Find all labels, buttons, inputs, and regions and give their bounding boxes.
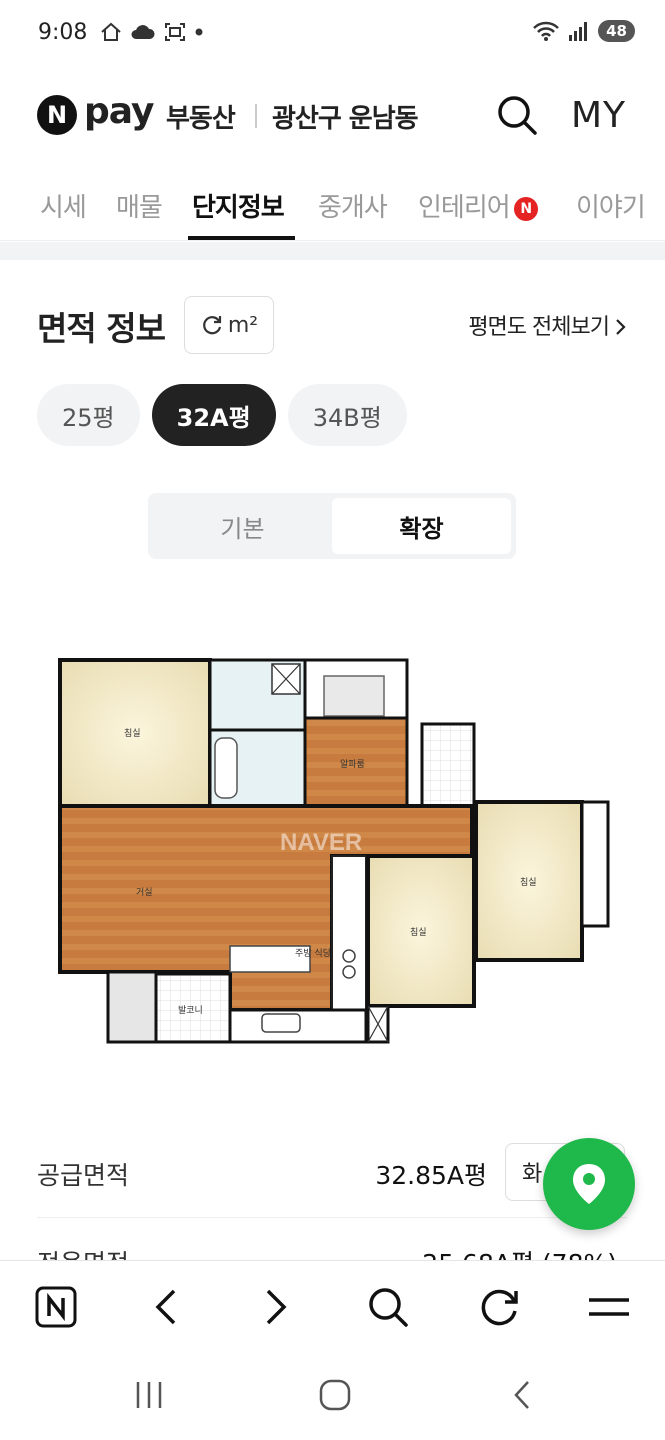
floorplan-all-link[interactable]: 평면도 전체보기 <box>468 309 627 341</box>
exclusive-area-value: 25.68A평 (78%) <box>422 1244 617 1260</box>
location-title[interactable]: 광산구 운남동 <box>272 98 419 135</box>
label-kitchen: 주방 식당 <box>295 948 331 959</box>
forward-icon[interactable] <box>262 1285 292 1329</box>
unit-label: m² <box>227 312 259 338</box>
back-icon[interactable] <box>150 1285 180 1329</box>
tab-interior[interactable]: 인테리어 N <box>418 187 538 224</box>
menu-icon[interactable] <box>587 1285 631 1329</box>
naver-logo[interactable]: N <box>37 95 77 135</box>
chevron-right-icon <box>616 319 626 335</box>
reload-icon[interactable] <box>478 1285 522 1329</box>
browser-toolbar <box>0 1260 665 1352</box>
tab-interior-label: 인테리어 <box>418 193 511 223</box>
new-badge: N <box>513 196 538 221</box>
view-mode-basic[interactable]: 기본 <box>153 498 332 554</box>
tab-listings[interactable]: 매물 <box>116 187 163 224</box>
label-bedroom-2: 침실 <box>410 927 427 938</box>
view-mode-toggle: 기본 확장 <box>148 493 516 559</box>
status-right: 48 <box>532 20 635 42</box>
exclusive-area-row: 전용면적 25.68A평 (78%) <box>37 1238 627 1260</box>
area-type-chips: 25평 32A평 34B평 <box>37 384 407 446</box>
home-nav-icon[interactable] <box>318 1378 352 1412</box>
map-location-button[interactable] <box>543 1138 635 1230</box>
supply-area-row: 공급면적 32.85A평 화 <box>37 1140 627 1218</box>
chip-25[interactable]: 25평 <box>37 384 140 446</box>
recent-apps-icon[interactable] <box>132 1378 166 1412</box>
search-icon[interactable] <box>496 94 538 136</box>
unit-toggle-button[interactable]: m² <box>184 296 274 354</box>
tab-price[interactable]: 시세 <box>40 187 87 224</box>
app-header: N pay 부동산 광산구 운남동 MY <box>0 80 665 150</box>
status-icons <box>100 22 204 42</box>
view-mode-extended[interactable]: 확장 <box>332 498 511 554</box>
tab-bar: 시세 매물 단지정보 중개사 인테리어 N 이야기 <box>0 175 665 241</box>
status-bar: 9:08 48 <box>0 0 665 70</box>
chip-32a[interactable]: 32A평 <box>151 384 276 446</box>
chip-34b[interactable]: 34B평 <box>287 384 407 446</box>
battery-indicator: 48 <box>598 20 635 42</box>
supply-area-value: 32.85A평 <box>375 1161 487 1190</box>
naver-watermark: NAVER <box>280 829 362 856</box>
label-bedroom-1: 침실 <box>124 728 141 739</box>
active-tab-indicator <box>188 236 295 240</box>
tab-agents[interactable]: 중개사 <box>318 187 388 224</box>
cloud-icon <box>131 25 155 39</box>
label-alpha-room: 알파룸 <box>340 759 365 770</box>
signal-icon <box>569 22 588 41</box>
my-button[interactable]: MY <box>571 95 626 136</box>
system-nav-bar <box>0 1352 665 1440</box>
area-info-title: 면적 정보 <box>37 309 166 348</box>
status-time: 9:08 <box>38 20 88 45</box>
map-pin-icon <box>573 1164 605 1204</box>
screenshot-icon <box>165 23 185 41</box>
label-balcony: 발코니 <box>178 1005 203 1016</box>
refresh-icon <box>202 316 221 335</box>
exclusive-area-label: 전용면적 <box>37 1244 129 1260</box>
floor-plan-image[interactable]: NAVER 침실 알파룸 거실 주방 식당 침실 침실 발코니 <box>50 650 612 1050</box>
dot-icon <box>195 28 203 36</box>
service-name[interactable]: 부동산 <box>166 98 236 135</box>
header-divider <box>255 104 257 128</box>
floorplan-link-label: 평면도 전체보기 <box>468 315 610 340</box>
supply-area-label: 공급면적 <box>37 1161 130 1190</box>
browser-search-icon[interactable] <box>366 1285 410 1329</box>
tab-stories[interactable]: 이야기 <box>576 187 646 224</box>
tab-complex-info[interactable]: 단지정보 <box>192 187 285 224</box>
pay-logo-text[interactable]: pay <box>84 92 154 132</box>
label-bedroom-3: 침실 <box>520 877 537 888</box>
back-nav-icon[interactable] <box>508 1378 536 1412</box>
home-icon <box>101 22 121 41</box>
section-divider <box>0 242 665 260</box>
naver-icon[interactable] <box>34 1285 78 1329</box>
wifi-icon <box>533 21 560 41</box>
label-living: 거실 <box>136 887 153 898</box>
